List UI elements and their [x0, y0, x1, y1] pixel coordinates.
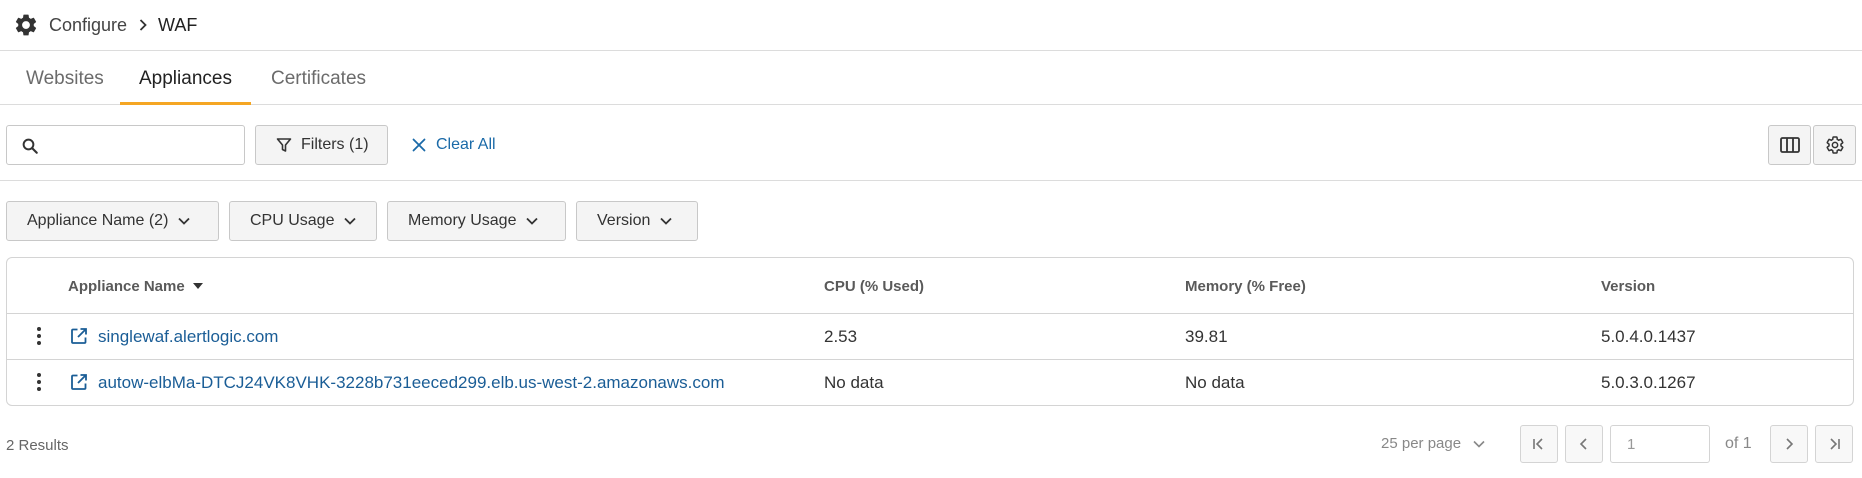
next-page-button[interactable] — [1770, 425, 1808, 463]
tab-certificates[interactable]: Certificates — [271, 52, 366, 105]
breadcrumb-parent[interactable]: Configure — [49, 15, 127, 36]
memory-cell: No data — [1185, 372, 1245, 392]
chip-label: Memory Usage — [408, 212, 517, 229]
settings-icon — [1825, 136, 1844, 154]
cpu-cell: No data — [824, 372, 884, 392]
column-header-label: Appliance Name — [68, 277, 185, 295]
chevron-down-icon — [1473, 440, 1485, 448]
prev-page-icon — [1579, 438, 1587, 450]
clear-all-label: Clear All — [436, 136, 496, 153]
search-icon — [22, 138, 38, 154]
breadcrumb-current: WAF — [158, 14, 198, 35]
chip-label: Appliance Name (2) — [27, 212, 169, 229]
tab-appliances[interactable]: Appliances — [139, 52, 232, 105]
chip-label: Version — [597, 212, 651, 229]
column-header-appliance-name[interactable]: Appliance Name — [68, 258, 203, 314]
toolbar: Filters (1) Clear All — [0, 105, 1862, 181]
first-page-icon — [1533, 438, 1543, 450]
close-icon — [412, 138, 426, 152]
chevron-right-icon — [139, 19, 147, 31]
appliance-name-link[interactable]: singlewaf.alertlogic.com — [98, 314, 278, 359]
chevron-down-icon — [178, 217, 191, 225]
table-row: singlewaf.alertlogic.com 2.53 39.81 5.0.… — [7, 314, 1853, 360]
version-cell: 5.0.3.0.1267 — [1601, 372, 1696, 392]
sort-caret-icon — [192, 283, 203, 289]
next-page-icon — [1786, 438, 1794, 450]
column-header-version[interactable]: Version — [1601, 258, 1655, 314]
settings-button[interactable] — [1813, 125, 1856, 165]
appliances-table: Appliance Name CPU (% Used) Memory (% Fr… — [6, 257, 1854, 406]
chip-cpu-usage[interactable]: CPU Usage — [229, 201, 377, 241]
chip-version[interactable]: Version — [576, 201, 698, 241]
page-number-input[interactable] — [1610, 425, 1710, 463]
per-page-select[interactable]: 25 per page — [1381, 435, 1485, 452]
column-header-cpu[interactable]: CPU (% Used) — [824, 258, 924, 314]
column-header-memory[interactable]: Memory (% Free) — [1185, 258, 1306, 314]
table-row: autow-elbMa-DTCJ24VK8VHK-3228b731eeced29… — [7, 360, 1853, 405]
memory-cell: 39.81 — [1185, 326, 1228, 346]
cpu-cell: 2.53 — [824, 326, 858, 346]
clear-all-button[interactable]: Clear All — [412, 125, 496, 165]
breadcrumb: Configure WAF — [0, 0, 1862, 51]
appliance-name-link[interactable]: autow-elbMa-DTCJ24VK8VHK-3228b731eeced29… — [98, 360, 725, 405]
version-cell: 5.0.4.0.1437 — [1601, 326, 1696, 346]
external-link-icon[interactable] — [70, 373, 88, 391]
kebab-icon[interactable] — [35, 326, 43, 346]
chevron-down-icon — [660, 217, 673, 225]
filter-icon — [276, 138, 292, 152]
chevron-down-icon — [526, 217, 539, 225]
chevron-down-icon — [344, 217, 357, 225]
page-total-label: of 1 — [1725, 435, 1752, 452]
last-page-icon — [1830, 438, 1840, 450]
pagination-bar: 2 Results 25 per page of 1 — [0, 425, 1862, 469]
tab-websites[interactable]: Websites — [26, 52, 104, 105]
external-link-icon[interactable] — [70, 327, 88, 345]
gear-icon — [12, 11, 40, 39]
first-page-button[interactable] — [1520, 425, 1558, 463]
per-page-label: 25 per page — [1381, 435, 1462, 452]
kebab-icon[interactable] — [35, 372, 43, 392]
table-header: Appliance Name CPU (% Used) Memory (% Fr… — [7, 258, 1853, 314]
tab-bar: Websites Appliances Certificates — [0, 52, 1862, 105]
prev-page-button[interactable] — [1565, 425, 1603, 463]
columns-button[interactable] — [1768, 125, 1811, 165]
filters-button-label: Filters (1) — [301, 136, 369, 153]
search-input[interactable] — [49, 130, 239, 160]
filters-button[interactable]: Filters (1) — [255, 125, 388, 165]
chip-label: CPU Usage — [250, 212, 335, 229]
search-field[interactable] — [6, 125, 245, 165]
last-page-button[interactable] — [1815, 425, 1853, 463]
columns-icon — [1779, 137, 1800, 153]
results-count: 2 Results — [6, 437, 69, 454]
chip-memory-usage[interactable]: Memory Usage — [387, 201, 566, 241]
chip-appliance-name[interactable]: Appliance Name (2) — [6, 201, 219, 241]
